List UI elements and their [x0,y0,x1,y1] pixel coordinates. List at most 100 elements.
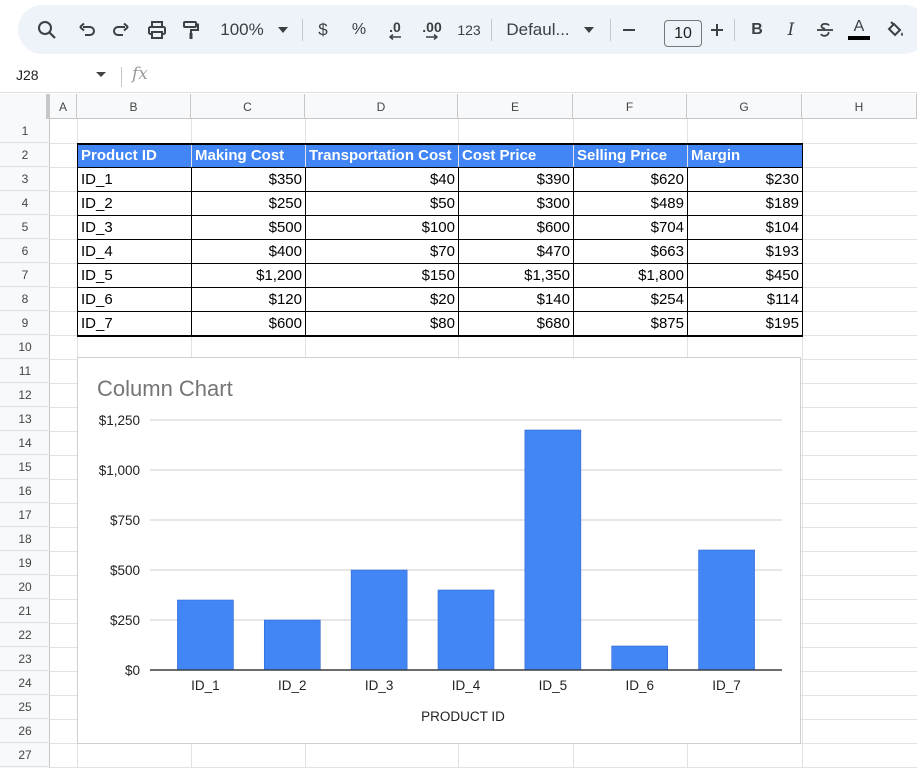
table-cell[interactable]: $450 [688,264,802,287]
table-cell[interactable]: $663 [574,240,687,263]
row-header-20[interactable]: 20 [0,575,50,599]
paint-format-icon[interactable] [180,5,202,54]
row-header-23[interactable]: 23 [0,647,50,671]
table-cell[interactable]: $193 [688,240,802,263]
decrease-decimals-button[interactable]: .0 [382,5,408,54]
column-header-e[interactable]: E [458,94,573,119]
row-header-18[interactable]: 18 [0,527,50,551]
row-header-7[interactable]: 7 [0,263,50,287]
table-cell[interactable]: $390 [459,168,573,191]
row-header-19[interactable]: 19 [0,551,50,575]
table-cell[interactable]: $189 [688,192,802,215]
table-cell[interactable]: $350 [192,168,305,191]
table-cell[interactable]: ID_1 [78,168,191,191]
table-cell[interactable]: $600 [192,312,305,335]
table-cell[interactable]: ID_4 [78,240,191,263]
column-header-c[interactable]: C [191,94,305,119]
print-icon[interactable] [146,5,168,54]
chevron-down-icon[interactable] [582,5,596,54]
row-header-26[interactable]: 26 [0,719,50,743]
table-cell[interactable]: $400 [192,240,305,263]
table-cell[interactable]: $50 [306,192,458,215]
table-cell[interactable]: $70 [306,240,458,263]
table-header-cell[interactable]: Making Cost [192,144,305,167]
table-cell[interactable]: $875 [574,312,687,335]
table-cell[interactable]: $100 [306,216,458,239]
table-header-cell[interactable]: Margin [688,144,802,167]
row-header-24[interactable]: 24 [0,671,50,695]
table-cell[interactable]: $500 [192,216,305,239]
table-cell[interactable]: $620 [574,168,687,191]
table-cell[interactable]: $489 [574,192,687,215]
row-header-15[interactable]: 15 [0,455,50,479]
row-header-27[interactable]: 27 [0,743,50,767]
table-cell[interactable]: ID_5 [78,264,191,287]
select-all-corner[interactable] [0,94,50,119]
row-header-5[interactable]: 5 [0,215,50,239]
table-cell[interactable]: $150 [306,264,458,287]
undo-icon[interactable] [76,5,98,54]
table-header-cell[interactable]: Transportation Cost [306,144,458,167]
table-cell[interactable]: $1,200 [192,264,305,287]
currency-format-button[interactable]: $ [314,5,332,54]
row-header-12[interactable]: 12 [0,383,50,407]
table-cell[interactable]: $195 [688,312,802,335]
plus-icon[interactable] [708,5,726,54]
row-header-21[interactable]: 21 [0,599,50,623]
row-header-10[interactable]: 10 [0,335,50,359]
column-header-a[interactable]: A [50,94,77,119]
chevron-down-icon[interactable] [276,5,290,54]
text-color-button[interactable]: A [848,5,870,54]
number-format-button[interactable]: 123 [456,5,482,54]
table-cell[interactable]: ID_3 [78,216,191,239]
italic-button[interactable]: I [782,5,800,54]
column-header-f[interactable]: F [573,94,687,119]
redo-icon[interactable] [110,5,132,54]
font-size-input[interactable]: 10 [664,20,702,47]
row-header-22[interactable]: 22 [0,623,50,647]
row-header-3[interactable]: 3 [0,167,50,191]
table-cell[interactable]: $600 [459,216,573,239]
bold-button[interactable]: B [748,5,766,54]
zoom-select[interactable]: 100% [218,5,266,54]
row-header-11[interactable]: 11 [0,359,50,383]
table-cell[interactable]: ID_6 [78,288,191,311]
strikethrough-icon[interactable] [814,5,836,54]
table-cell[interactable]: $250 [192,192,305,215]
table-cell[interactable]: $704 [574,216,687,239]
table-cell[interactable]: $40 [306,168,458,191]
table-cell[interactable]: $120 [192,288,305,311]
table-cell[interactable]: $254 [574,288,687,311]
table-cell[interactable]: $104 [688,216,802,239]
column-chart[interactable]: Column Chart $0 $250 $500 $750 $1,000 $1,250 ID… [77,357,801,744]
table-header-cell[interactable]: Selling Price [574,144,687,167]
table-cell[interactable]: $1,800 [574,264,687,287]
table-cell[interactable]: $140 [459,288,573,311]
row-header-17[interactable]: 17 [0,503,50,527]
table-header-cell[interactable]: Product ID [78,144,191,167]
table-cell[interactable]: $114 [688,288,802,311]
table-cell[interactable]: $470 [459,240,573,263]
row-header-14[interactable]: 14 [0,431,50,455]
column-header-d[interactable]: D [305,94,458,119]
table-cell[interactable]: $20 [306,288,458,311]
table-cell[interactable]: ID_2 [78,192,191,215]
row-header-25[interactable]: 25 [0,695,50,719]
search-icon[interactable] [36,5,58,54]
name-box[interactable]: J28 [16,67,39,83]
table-cell[interactable]: $80 [306,312,458,335]
fill-color-icon[interactable] [884,5,906,54]
table-header-cell[interactable]: Cost Price [459,144,573,167]
table-cell[interactable]: ID_7 [78,312,191,335]
row-header-13[interactable]: 13 [0,407,50,431]
chevron-down-icon[interactable] [96,72,106,77]
table-cell[interactable]: $230 [688,168,802,191]
table-cell[interactable]: $300 [459,192,573,215]
formula-input[interactable] [160,64,900,88]
table-cell[interactable]: $1,350 [459,264,573,287]
column-header-g[interactable]: G [687,94,802,119]
row-header-16[interactable]: 16 [0,479,50,503]
column-header-h[interactable]: H [802,94,917,119]
minus-icon[interactable] [620,5,638,54]
row-header-9[interactable]: 9 [0,311,50,335]
